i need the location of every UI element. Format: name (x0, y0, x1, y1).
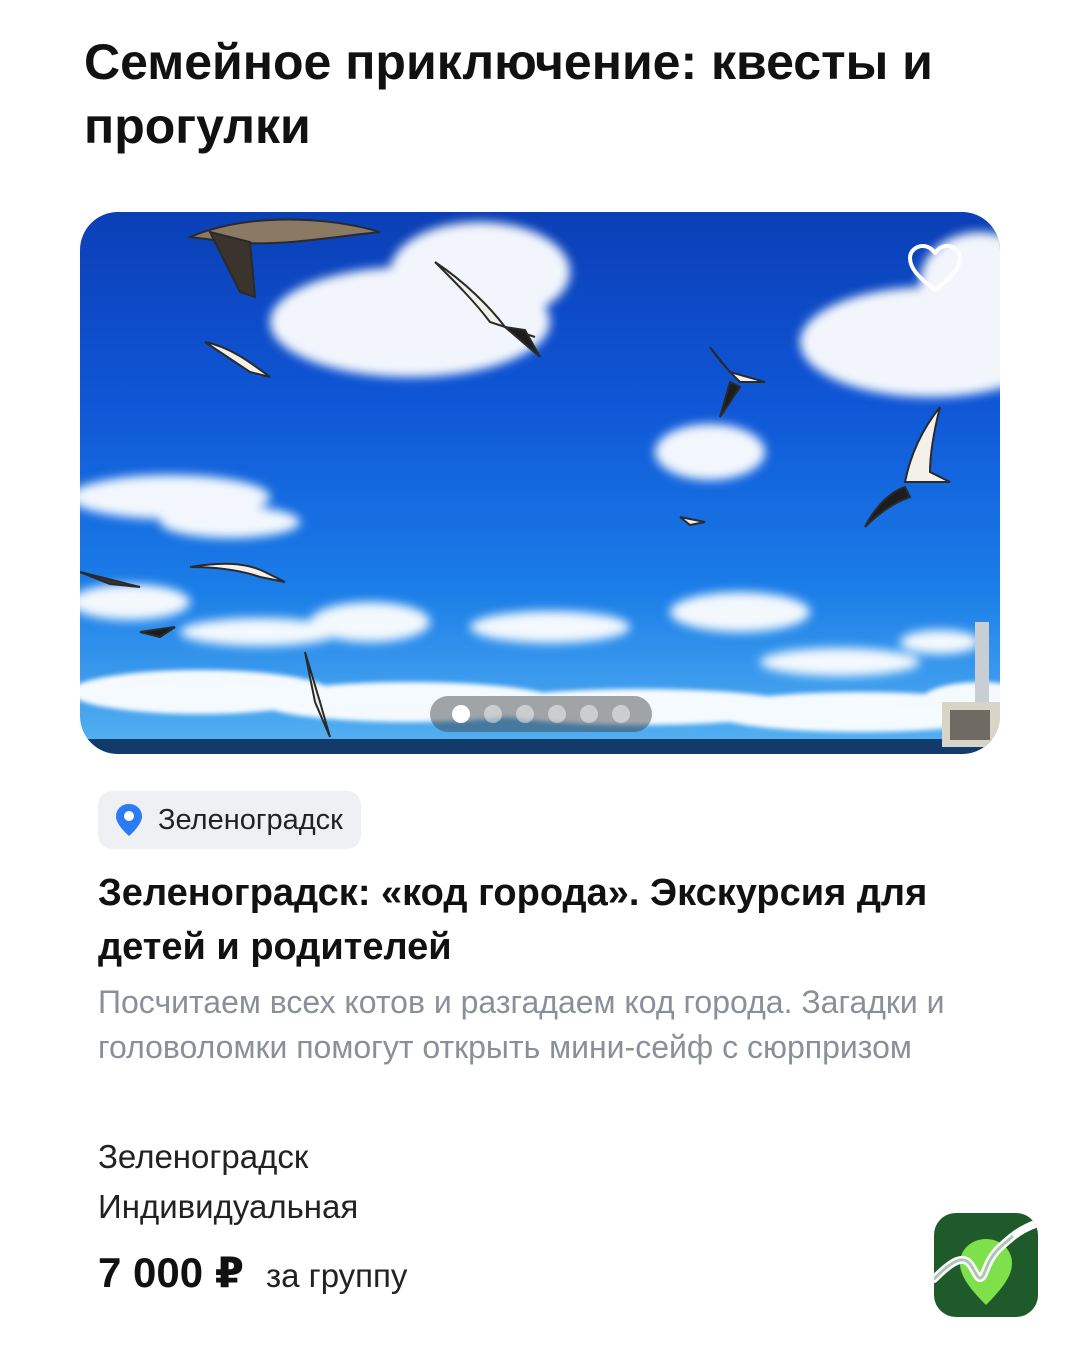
tour-description: Посчитаем всех котов и разгадаем код гор… (98, 984, 945, 1065)
carousel-dot[interactable] (548, 705, 566, 723)
location-chip-label: Зеленоградск (158, 803, 343, 836)
page-title: Семейное приключение: квесты и прогулки (84, 34, 933, 154)
carousel-dot[interactable] (484, 705, 502, 723)
brand-logo (934, 1213, 1038, 1317)
carousel-dot[interactable] (452, 705, 470, 723)
tour-format: Индивидуальная (98, 1188, 359, 1225)
carousel-dot[interactable] (612, 705, 630, 723)
price-value: 7 000 ₽ (98, 1249, 244, 1296)
carousel-indicator[interactable] (430, 696, 652, 732)
tour-photo[interactable] (80, 212, 1000, 754)
price-unit: за группу (266, 1257, 408, 1294)
heart-outline-icon (908, 244, 962, 292)
price-row: 7 000 ₽ за группу (98, 1248, 407, 1297)
brand-logo-icon (934, 1219, 1038, 1305)
carousel-dot[interactable] (516, 705, 534, 723)
tour-city: Зеленоградск (98, 1138, 309, 1175)
map-pin-icon (116, 804, 142, 836)
tour-title[interactable]: Зеленоградск: «код города». Экскурсия дл… (98, 866, 978, 974)
location-chip[interactable]: Зеленоградск (98, 791, 361, 849)
favorite-button[interactable] (906, 242, 970, 306)
seagulls-sky-photo (80, 218, 1000, 754)
carousel-dot[interactable] (580, 705, 598, 723)
